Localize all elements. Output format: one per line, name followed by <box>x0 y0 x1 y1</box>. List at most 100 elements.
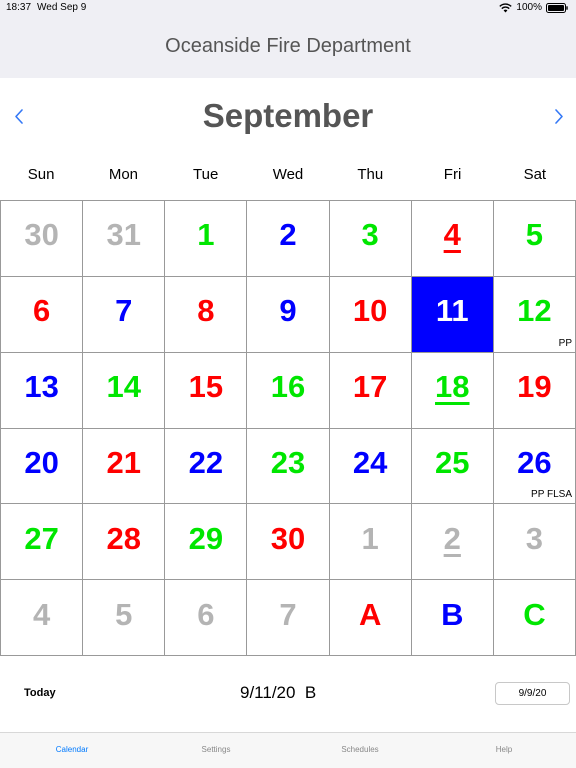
calendar-day-cell[interactable]: 12 PP <box>493 276 576 353</box>
calendar-day-cell[interactable]: 5 <box>493 201 576 277</box>
day-number: 4 <box>32 596 51 632</box>
day-number: 17 <box>352 369 388 405</box>
battery-percent: 100% <box>516 2 542 13</box>
calendar-day-cell[interactable]: 23 <box>247 428 330 505</box>
day-number: 30 <box>24 217 59 253</box>
day-number: 29 <box>188 520 224 556</box>
tab-schedules[interactable]: Schedules <box>288 733 432 768</box>
weekday-label: Thu <box>357 166 384 183</box>
calendar-day-cell[interactable]: 31 <box>83 201 166 277</box>
weekday-label: Sun <box>27 166 55 183</box>
month-header: September <box>0 78 576 158</box>
weekday-label: Wed <box>272 166 304 183</box>
day-number: 9 <box>279 293 297 329</box>
calendar-day-cell[interactable]: 3 <box>329 201 412 277</box>
calendar-day-cell-selected[interactable]: 11 <box>411 276 494 353</box>
day-number: 24 <box>352 444 388 480</box>
calendar-day-cell[interactable]: 20 <box>1 428 84 505</box>
calendar-day-cell[interactable]: 1 <box>165 201 248 277</box>
calendar-day-cell[interactable]: 16 <box>247 352 330 429</box>
day-number: 5 <box>115 596 133 632</box>
weekday-label: Sat <box>523 166 547 183</box>
day-number: 7 <box>279 596 297 632</box>
selected-shift: B <box>304 683 317 702</box>
day-number: 30 <box>270 520 306 556</box>
day-number: 26 <box>517 444 552 480</box>
day-number: 6 <box>197 596 215 632</box>
calendar-day-cell[interactable]: 4 <box>411 201 494 277</box>
chevron-right-icon <box>548 102 570 132</box>
today-button[interactable]: Today <box>24 687 56 699</box>
calendar-day-cell[interactable]: 30 <box>247 504 330 581</box>
day-number: 15 <box>188 369 224 405</box>
day-number: 13 <box>24 369 59 405</box>
calendar-day-cell[interactable]: C <box>493 580 576 656</box>
calendar-day-cell[interactable]: 5 <box>83 580 166 656</box>
calendar-day-cell[interactable]: 24 <box>329 428 412 505</box>
battery-icon <box>546 2 568 13</box>
day-number: 22 <box>188 444 224 480</box>
calendar-day-cell[interactable]: 19 <box>493 352 576 429</box>
selected-date-display: 9/11/20 B <box>240 683 316 703</box>
calendar-day-cell[interactable]: 27 <box>1 504 84 581</box>
weekday-label: Fri <box>443 166 462 183</box>
day-number: 6 <box>32 293 51 329</box>
calendar-day-cell[interactable]: 18 <box>411 352 494 429</box>
month-title: September <box>202 97 374 134</box>
status-bar: 18:37 Wed Sep 9 100% <box>0 0 576 16</box>
day-number: 19 <box>517 369 552 405</box>
calendar-day-cell[interactable]: 8 <box>165 276 248 353</box>
day-number: 7 <box>115 293 133 329</box>
calendar-day-cell[interactable]: A <box>329 580 412 656</box>
calendar-day-cell[interactable]: 15 <box>165 352 248 429</box>
day-number: 16 <box>270 369 306 405</box>
calendar-day-cell[interactable]: 22 <box>165 428 248 505</box>
day-number: 3 <box>525 520 544 556</box>
calendar-day-cell[interactable]: B <box>411 580 494 656</box>
calendar-day-cell[interactable]: 17 <box>329 352 412 429</box>
tab-settings[interactable]: Settings <box>144 733 288 768</box>
calendar-day-cell[interactable]: 6 <box>165 580 248 656</box>
status-date: Wed Sep 9 <box>37 2 87 13</box>
day-note: PP FLSA <box>531 489 572 501</box>
date-picker-field[interactable]: 9/9/20 <box>495 682 570 705</box>
calendar-day-cell[interactable]: 29 <box>165 504 248 581</box>
day-number: 14 <box>106 369 141 405</box>
calendar-day-cell[interactable]: 9 <box>247 276 330 353</box>
day-number: 23 <box>270 444 306 480</box>
calendar-day-cell[interactable]: 21 <box>83 428 166 505</box>
day-number: 27 <box>24 520 59 556</box>
calendar-day-cell[interactable]: 1 <box>329 504 412 581</box>
selected-date: 9/11/20 <box>240 683 296 702</box>
calendar-day-cell[interactable]: 7 <box>83 276 166 353</box>
calendar-day-cell[interactable]: 4 <box>1 580 84 656</box>
nav-title: Oceanside Fire Department <box>165 35 411 57</box>
calendar-day-cell[interactable]: 28 <box>83 504 166 581</box>
calendar-day-cell[interactable]: 6 <box>1 276 84 353</box>
day-number: 25 <box>435 444 470 480</box>
footer-area: Today 9/11/20 B 9/9/20 <box>0 656 576 732</box>
calendar-grid: 30 31 1 2 3 4 5 6 7 8 9 10 11 12 PP 13 14 15 16 17 18 19 20 21 2… <box>0 200 576 656</box>
next-month-button[interactable] <box>548 102 570 132</box>
calendar-day-cell[interactable]: 13 <box>1 352 84 429</box>
calendar-day-cell[interactable]: 25 <box>411 428 494 505</box>
day-number: 2 <box>279 217 297 253</box>
calendar-day-cell[interactable]: 26 PP FLSA <box>493 428 576 505</box>
weekday-label: Mon <box>108 166 139 183</box>
calendar-day-cell[interactable]: 10 <box>329 276 412 353</box>
calendar-day-cell[interactable]: 3 <box>493 504 576 581</box>
day-number: C <box>523 596 546 632</box>
calendar-day-cell[interactable]: 2 <box>247 201 330 277</box>
day-number: 2 <box>443 520 461 556</box>
tab-calendar[interactable]: Calendar <box>0 733 144 768</box>
day-number: 1 <box>361 520 379 556</box>
tab-help[interactable]: Help <box>432 733 576 768</box>
day-number: 18 <box>435 369 470 405</box>
calendar-day-cell[interactable]: 2 <box>411 504 494 581</box>
calendar-day-cell[interactable]: 7 <box>247 580 330 656</box>
day-number: 3 <box>361 217 379 253</box>
status-right: 100% <box>499 2 568 13</box>
day-note: PP <box>558 337 572 349</box>
calendar-day-cell[interactable]: 30 <box>1 201 84 277</box>
calendar-day-cell[interactable]: 14 <box>83 352 166 429</box>
